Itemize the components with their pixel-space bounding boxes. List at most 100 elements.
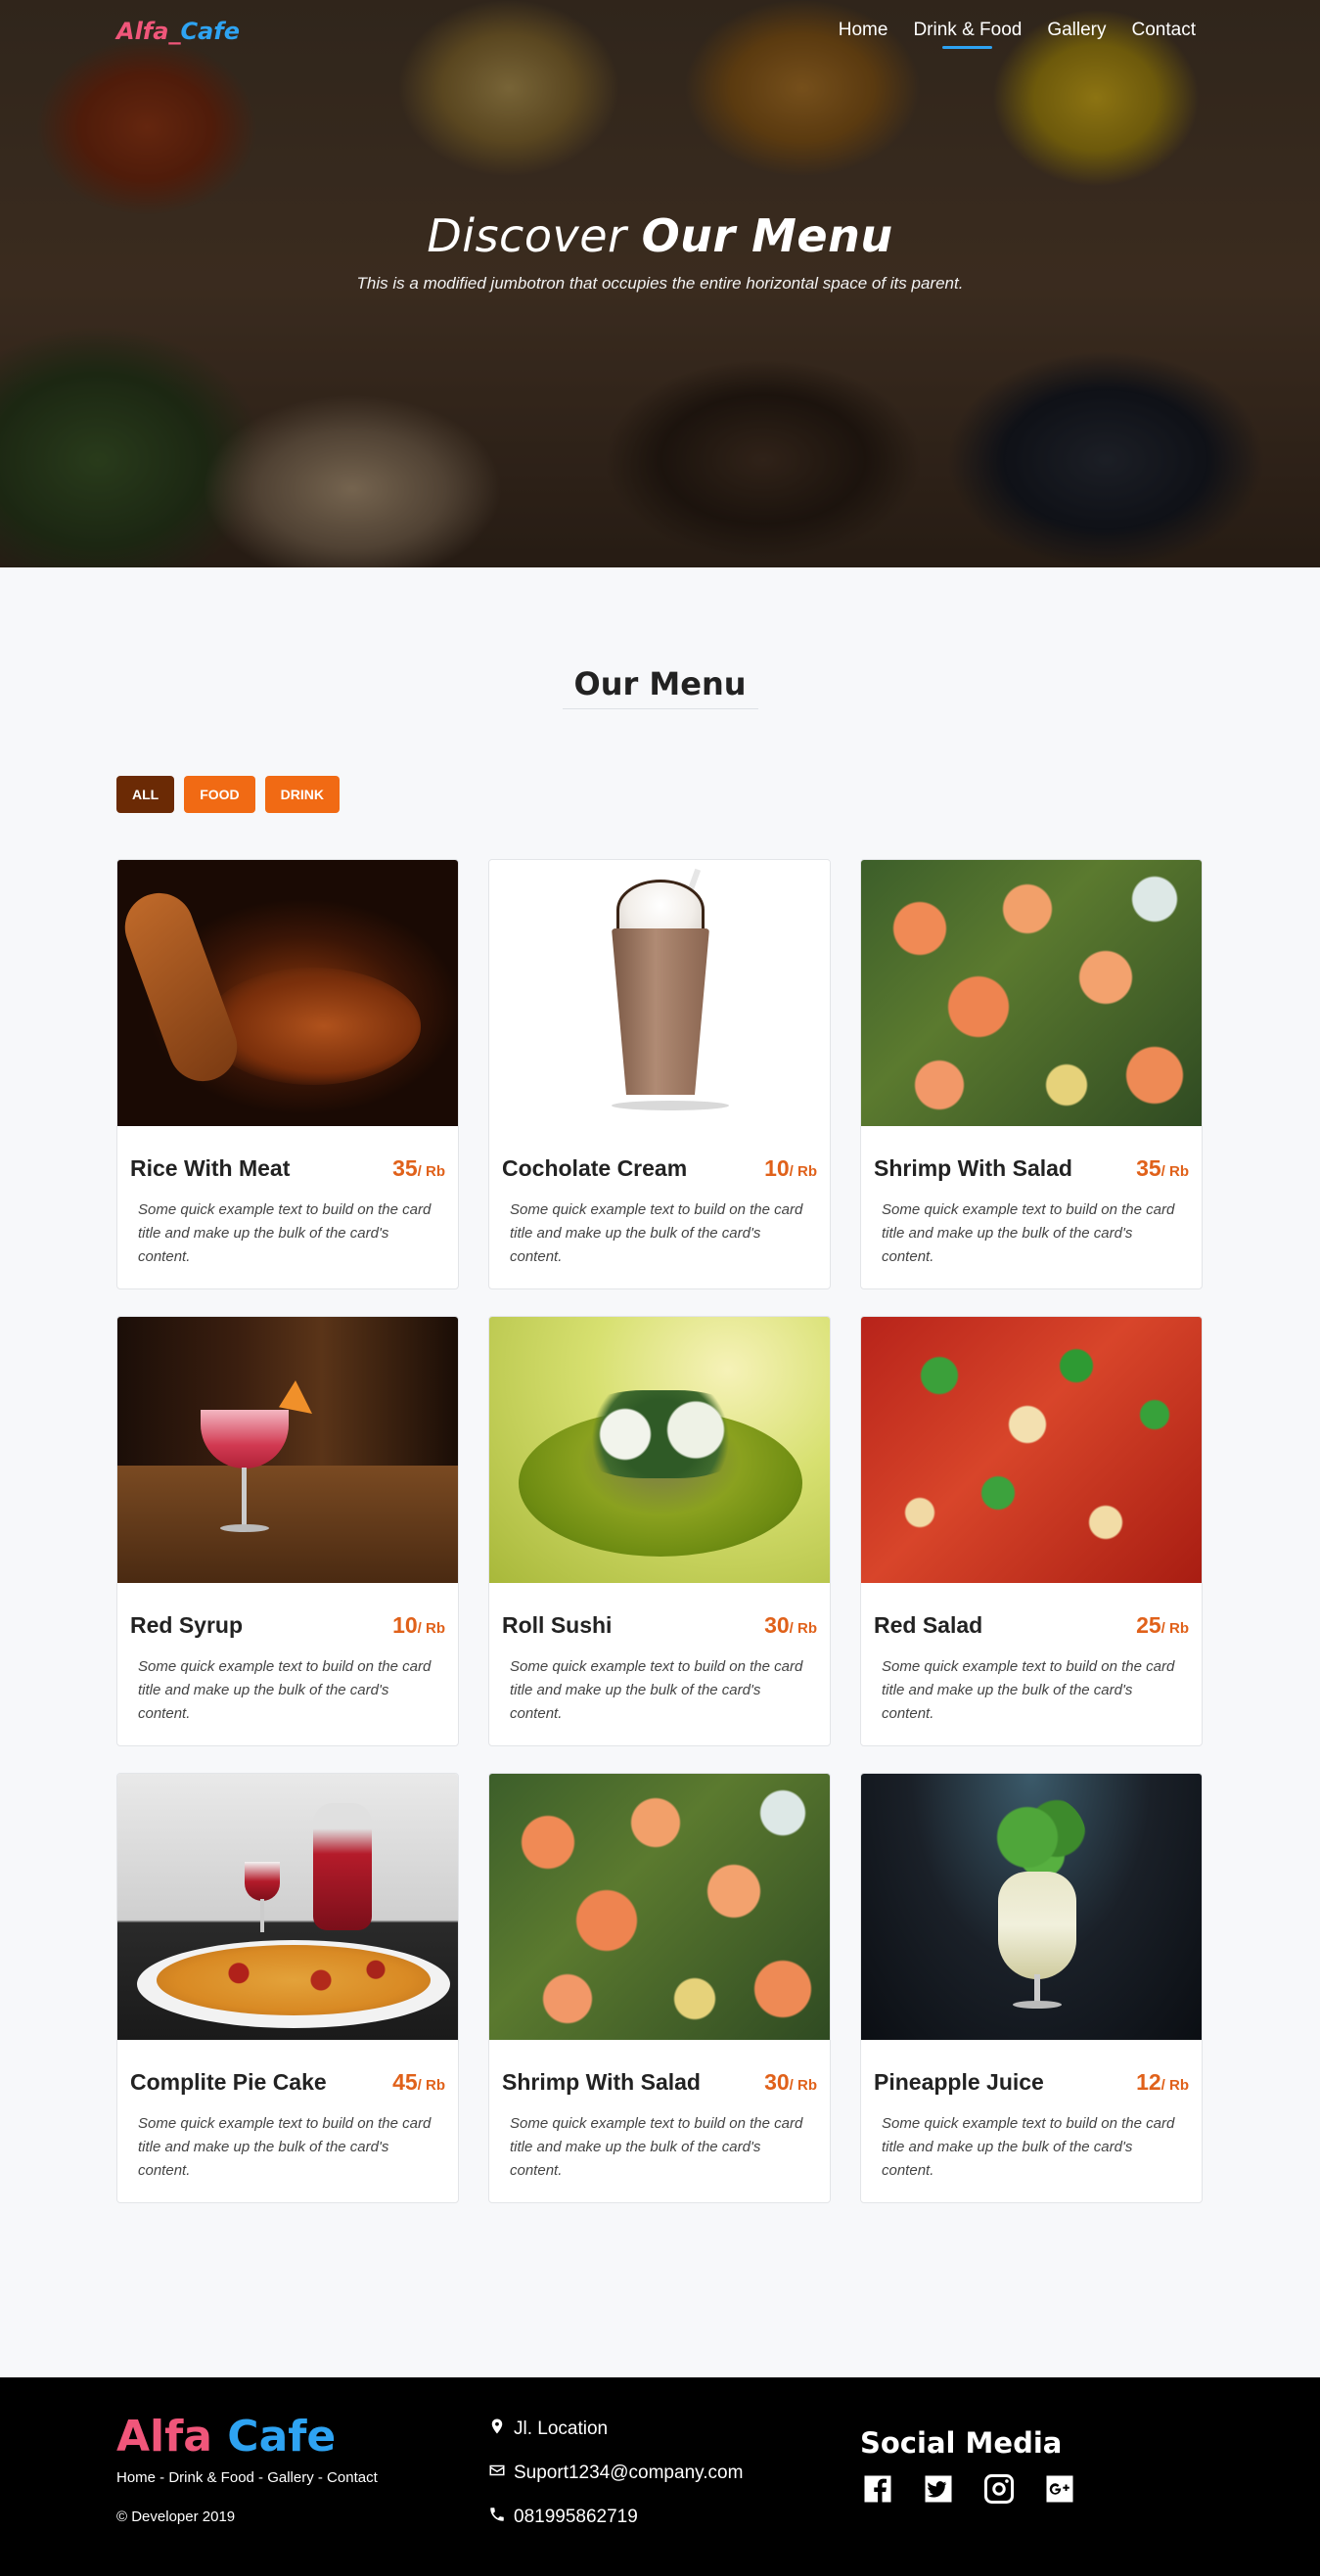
card-body: Rice With Meat 35/ Rb Some quick example…	[117, 1126, 458, 1269]
card-price: 12/ Rb	[1136, 2069, 1189, 2096]
card-description: Some quick example text to build on the …	[138, 1658, 432, 1722]
price-value: 25	[1136, 1612, 1161, 1638]
menu-card[interactable]: Shrimp With Salad 30/ Rb Some quick exam…	[488, 1773, 831, 2203]
nav-link-contact[interactable]: Contact	[1132, 20, 1196, 47]
card-description: Some quick example text to build on the …	[882, 1658, 1175, 1722]
social-icons	[860, 2471, 1077, 2507]
brand-part-2: Cafe	[180, 18, 240, 45]
nav-link-drink-food[interactable]: Drink & Food	[913, 20, 1022, 49]
menu-card[interactable]: Complite Pie Cake 45/ Rb Some quick exam…	[116, 1773, 459, 2203]
card-header: Complite Pie Cake 45/ Rb	[130, 2069, 445, 2096]
price-unit: / Rb	[789, 2077, 817, 2094]
menu-card[interactable]: Roll Sushi 30/ Rb Some quick example tex…	[488, 1316, 831, 1746]
shrimp-salad-image	[489, 1774, 830, 2040]
card-title: Complite Pie Cake	[130, 2069, 327, 2095]
facebook-icon[interactable]	[860, 2471, 895, 2507]
card-header: Rice With Meat 35/ Rb	[130, 1155, 445, 1182]
card-price: 35/ Rb	[1136, 1155, 1189, 1182]
footer-brand-part-1: Alfa	[116, 2412, 212, 2462]
card-description: Some quick example text to build on the …	[510, 1201, 803, 1265]
card-body: Pineapple Juice 12/ Rb Some quick exampl…	[861, 2040, 1202, 2183]
card-price: 30/ Rb	[764, 2069, 817, 2096]
title-divider	[563, 708, 758, 709]
price-value: 12	[1136, 2069, 1161, 2095]
red-syrup-image	[117, 1317, 458, 1583]
card-title: Shrimp With Salad	[874, 1155, 1072, 1181]
filter-drink-button[interactable]: DRINK	[264, 776, 341, 813]
nav-link-home[interactable]: Home	[839, 20, 888, 47]
hero-subtitle: This is a modified jumbotron that occupi…	[356, 274, 964, 293]
chocolate-cream-image	[489, 860, 830, 1126]
card-body: Cocholate Cream 10/ Rb Some quick exampl…	[489, 1126, 830, 1269]
contact-phone: 081995862719	[488, 2495, 743, 2539]
card-title: Cocholate Cream	[502, 1155, 688, 1181]
card-header: Red Syrup 10/ Rb	[130, 1612, 445, 1639]
hero-title: Discover Our Menu	[0, 209, 1320, 262]
filter-food-button[interactable]: FOOD	[184, 776, 255, 813]
card-price: 35/ Rb	[392, 1155, 445, 1182]
footer-copyright: © Developer 2019	[116, 2508, 236, 2525]
card-header: Pineapple Juice 12/ Rb	[874, 2069, 1189, 2096]
price-unit: / Rb	[417, 2077, 445, 2094]
price-value: 30	[764, 2069, 790, 2095]
hero-banner: Alfa_Cafe Home Drink & Food Gallery Cont…	[0, 0, 1320, 567]
price-unit: / Rb	[1161, 1163, 1189, 1180]
google-plus-icon[interactable]	[1042, 2471, 1077, 2507]
phone-text[interactable]: 081995862719	[514, 2507, 638, 2528]
price-unit: / Rb	[1161, 1620, 1189, 1637]
card-title: Shrimp With Salad	[502, 2069, 701, 2095]
card-body: Roll Sushi 30/ Rb Some quick example tex…	[489, 1583, 830, 1726]
brand-logo[interactable]: Alfa_Cafe	[116, 18, 240, 45]
price-unit: / Rb	[417, 1163, 445, 1180]
card-header: Roll Sushi 30/ Rb	[502, 1612, 817, 1639]
price-unit: / Rb	[789, 1620, 817, 1637]
menu-filters: ALL FOOD DRINK	[116, 776, 341, 813]
footer-brand: Alfa Cafe	[116, 2412, 336, 2462]
shrimp-salad-image	[861, 860, 1202, 1126]
hero-title-bold: Our Menu	[641, 209, 893, 262]
menu-card[interactable]: Rice With Meat 35/ Rb Some quick example…	[116, 859, 459, 1289]
contact-email: Suport1234@company.com	[488, 2451, 743, 2495]
card-body: Shrimp With Salad 35/ Rb Some quick exam…	[861, 1126, 1202, 1269]
instagram-icon[interactable]	[981, 2471, 1017, 2507]
card-header: Cocholate Cream 10/ Rb	[502, 1155, 817, 1182]
menu-card[interactable]: Red Syrup 10/ Rb Some quick example text…	[116, 1316, 459, 1746]
price-unit: / Rb	[1161, 2077, 1189, 2094]
card-header: Red Salad 25/ Rb	[874, 1612, 1189, 1639]
menu-card[interactable]: Shrimp With Salad 35/ Rb Some quick exam…	[860, 859, 1203, 1289]
price-value: 30	[764, 1612, 790, 1638]
twitter-icon[interactable]	[921, 2471, 956, 2507]
pineapple-juice-image	[861, 1774, 1202, 2040]
roll-sushi-image	[489, 1317, 830, 1583]
price-value: 10	[392, 1612, 418, 1638]
menu-card[interactable]: Pineapple Juice 12/ Rb Some quick exampl…	[860, 1773, 1203, 2203]
card-price: 10/ Rb	[764, 1155, 817, 1182]
card-price: 45/ Rb	[392, 2069, 445, 2096]
price-unit: / Rb	[417, 1620, 445, 1637]
pie-cake-image	[117, 1774, 458, 2040]
nav-link-gallery[interactable]: Gallery	[1047, 20, 1106, 47]
card-description: Some quick example text to build on the …	[138, 2115, 432, 2179]
footer: Alfa Cafe Home - Drink & Food - Gallery …	[0, 2377, 1320, 2576]
rice-with-meat-image	[117, 860, 458, 1126]
brand-part-1: Alfa_	[116, 18, 181, 45]
menu-card[interactable]: Red Salad 25/ Rb Some quick example text…	[860, 1316, 1203, 1746]
card-title: Red Syrup	[130, 1612, 244, 1638]
menu-grid: Rice With Meat 35/ Rb Some quick example…	[116, 859, 1205, 2203]
price-value: 45	[392, 2069, 418, 2095]
card-description: Some quick example text to build on the …	[510, 1658, 803, 1722]
email-text[interactable]: Suport1234@company.com	[514, 2463, 743, 2484]
card-description: Some quick example text to build on the …	[882, 1201, 1175, 1265]
card-price: 25/ Rb	[1136, 1612, 1189, 1639]
card-description: Some quick example text to build on the …	[510, 2115, 803, 2179]
menu-section: Our Menu ALL FOOD DRINK Rice With Meat 3…	[0, 567, 1320, 2377]
hero-title-light: Discover	[427, 209, 627, 262]
filter-all-button[interactable]: ALL	[116, 776, 175, 813]
footer-links[interactable]: Home - Drink & Food - Gallery - Contact	[116, 2469, 378, 2486]
card-price: 30/ Rb	[764, 1612, 817, 1639]
navbar: Alfa_Cafe Home Drink & Food Gallery Cont…	[0, 0, 1320, 65]
card-header: Shrimp With Salad 35/ Rb	[874, 1155, 1189, 1182]
card-title: Roll Sushi	[502, 1612, 613, 1638]
menu-card[interactable]: Cocholate Cream 10/ Rb Some quick exampl…	[488, 859, 831, 1289]
card-body: Red Syrup 10/ Rb Some quick example text…	[117, 1583, 458, 1726]
